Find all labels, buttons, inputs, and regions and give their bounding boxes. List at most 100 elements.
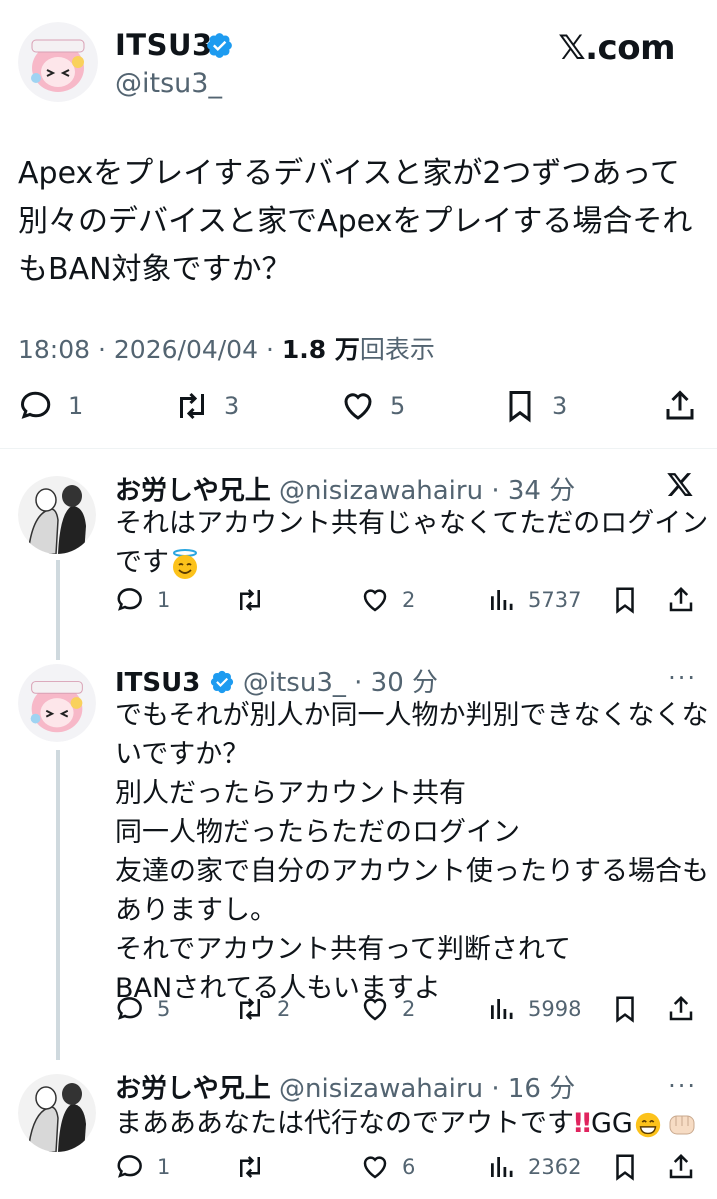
reply-text: まあああなたは代行なのでアウトです‼GG [115, 1104, 699, 1143]
retweet-icon [240, 589, 260, 611]
reply-button[interactable]: 1 [18, 388, 83, 424]
meta-separator: · [265, 335, 282, 364]
reply-time[interactable]: 16 分 [508, 1074, 575, 1104]
reply-line: です [115, 547, 169, 578]
author-handle[interactable]: @itsu3_ [115, 68, 222, 99]
reply-text: でもそれが別人か同一人物か判別できなくなくな いですか？ 別人だったらアカウント… [115, 696, 709, 1008]
reply-line: それでアカウント共有って判断されて [115, 934, 572, 965]
tweet-date[interactable]: 2026/04/04 [114, 335, 258, 364]
bookmark-count: 3 [552, 392, 568, 420]
view-count: 5998 [528, 997, 582, 1021]
reply-header: ITSU3 @itsu3_ · 30 分 [115, 662, 438, 699]
more-options-button[interactable]: ··· [668, 664, 697, 692]
share-icon [669, 586, 693, 612]
retweet-icon [240, 1156, 260, 1178]
reply-line-with-emoji: まあああなたは代行なのでアウトです‼GG [115, 1104, 699, 1143]
reply-author-handle[interactable]: @itsu3_ [243, 668, 346, 698]
reply-time[interactable]: 30 分 [371, 668, 438, 698]
reply-count: 1 [68, 392, 84, 420]
bookmark-button[interactable] [610, 1152, 640, 1182]
reply-author-name[interactable]: お労しや兄上 [115, 1074, 271, 1104]
x-logo-icon [667, 473, 693, 496]
tweet-line: 別々のデバイスと家でApexをプレイする場合それ [18, 204, 693, 239]
reply-count: 5 [157, 997, 171, 1021]
more-options-button[interactable]: ··· [668, 1072, 697, 1100]
like-button[interactable]: 5 [340, 388, 405, 424]
tweet-line: Apexをプレイするデバイスと家が2つずつあって [18, 156, 680, 191]
reply-button[interactable]: 1 [115, 585, 170, 615]
reply-header: お労しや兄上 @nisizawahairu · 16 分 [115, 1068, 575, 1105]
reply-icon [117, 997, 142, 1020]
retweet-button[interactable] [235, 1152, 277, 1182]
meta-separator: · [98, 335, 114, 364]
reply-icon [117, 588, 142, 611]
tweet-actions: 1 3 5 3 [0, 388, 717, 432]
reply-header: お労しや兄上 @nisizawahairu · 34 分 [115, 470, 575, 507]
views-button[interactable]: 5737 [486, 585, 581, 615]
reply-count: 1 [157, 588, 171, 612]
meta-separator: · [491, 1074, 500, 1104]
reply-avatar[interactable] [18, 476, 96, 554]
retweet-count: 2 [277, 997, 291, 1021]
bookmark-button[interactable]: 3 [502, 388, 567, 424]
reply-actions: 1 6 2362 [0, 1152, 717, 1188]
bookmark-icon [509, 391, 531, 423]
reply-avatar[interactable] [18, 1074, 96, 1152]
bookmark-button[interactable] [610, 994, 640, 1024]
reply-button[interactable]: 5 [115, 994, 170, 1024]
author-avatar[interactable] [18, 22, 98, 102]
reply-avatar[interactable] [18, 664, 96, 742]
reply-text: それはアカウント共有じゃなくてただのログイン です [115, 504, 708, 582]
reply-time[interactable]: 34 分 [508, 476, 575, 506]
author-name[interactable]: ITSU3 [115, 28, 213, 62]
reply-author-handle[interactable]: @nisizawahairu [279, 1074, 483, 1104]
reply-line: それはアカウント共有じゃなくてただのログイン [115, 508, 709, 539]
retweet-count: 3 [224, 392, 240, 420]
x-com-logo: 𝕏.com [558, 28, 675, 68]
reply-actions: 1 2 5737 [0, 585, 717, 621]
share-button[interactable] [666, 585, 696, 615]
retweet-button[interactable]: 3 [174, 388, 239, 424]
share-button[interactable] [666, 1152, 696, 1182]
share-icon [666, 390, 694, 420]
bookmark-icon [616, 1154, 634, 1181]
like-button[interactable]: 2 [360, 585, 415, 615]
share-button[interactable] [666, 994, 696, 1024]
tweet-line: もBAN対象ですか？ [18, 252, 292, 287]
view-count: 1.8 万 [281, 335, 360, 364]
reply-line: まあああなたは代行なのでアウトです [115, 1108, 574, 1139]
reply-line: 同一人物だったらただのログイン [115, 817, 520, 848]
reply-line: 別人だったらアカウント共有 [115, 778, 466, 809]
analytics-icon [491, 999, 513, 1019]
bookmark-button[interactable] [610, 585, 640, 615]
meta-separator: · [354, 668, 363, 698]
share-icon [669, 1153, 693, 1179]
reply-author-handle[interactable]: @nisizawahairu [279, 476, 483, 506]
reply-line: でもそれが別人か同一人物か判別できなくなくな [115, 700, 709, 731]
heart-icon [363, 998, 387, 1021]
share-button[interactable] [662, 388, 698, 424]
reply-line: いですか？ [115, 739, 250, 770]
retweet-icon [240, 998, 260, 1020]
reply-author-name[interactable]: お労しや兄上 [115, 476, 271, 506]
like-count: 2 [402, 588, 416, 612]
reply-button[interactable]: 1 [115, 1152, 170, 1182]
bookmark-icon [616, 996, 634, 1023]
bookmark-icon [616, 587, 634, 614]
reply-line: 友達の家で自分のアカウント使ったりする場合も [115, 856, 709, 887]
fist-icon [669, 1115, 695, 1134]
reply-author-name[interactable]: ITSU3 [115, 668, 200, 698]
views-button[interactable]: 5998 [486, 994, 581, 1024]
like-button[interactable]: 2 [360, 994, 415, 1024]
smiling-face-with-halo-icon [173, 548, 197, 579]
view-count: 2362 [528, 1155, 582, 1179]
retweet-button[interactable]: 2 [235, 994, 290, 1024]
views-label: 回表示 [359, 335, 435, 364]
views-button[interactable]: 2362 [486, 1152, 581, 1182]
like-button[interactable]: 6 [360, 1152, 415, 1182]
tweet-text: Apexをプレイするデバイスと家が2つずつあって 別々のデバイスと家でApexを… [18, 150, 698, 294]
divider [0, 448, 717, 449]
tweet-time[interactable]: 18:08 [18, 335, 90, 364]
reply-line: ありますし。 [115, 895, 277, 926]
retweet-button[interactable] [235, 585, 277, 615]
